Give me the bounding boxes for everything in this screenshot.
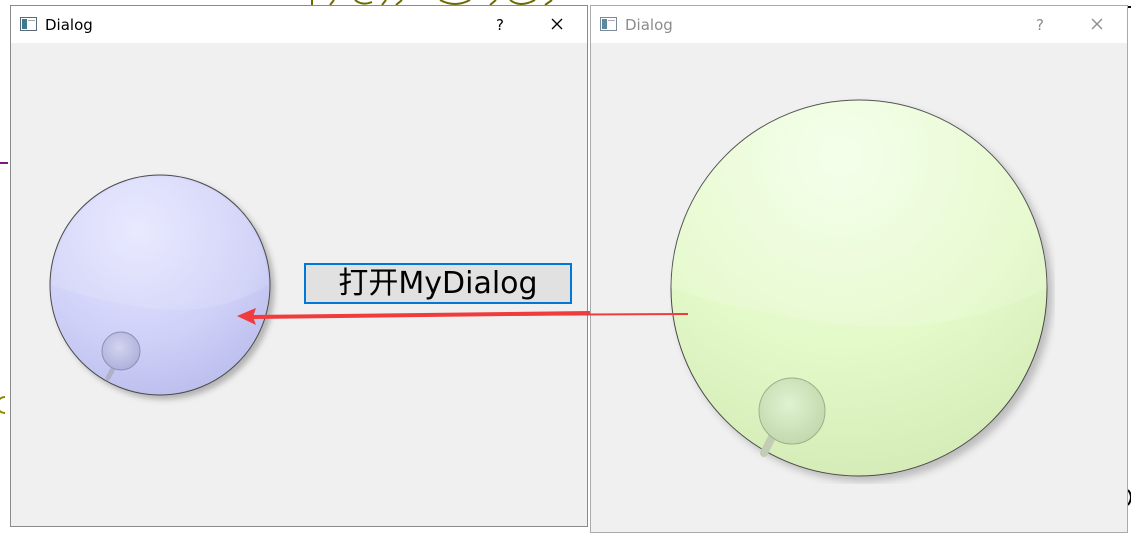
- open-mydialog-button[interactable]: 打开MyDialog: [304, 263, 572, 304]
- title-bar[interactable]: Dialog ?: [591, 6, 1127, 43]
- help-button[interactable]: ?: [1028, 14, 1052, 36]
- title-bar[interactable]: Dialog ?: [11, 6, 587, 43]
- window-title: Dialog: [45, 16, 93, 34]
- close-button[interactable]: [543, 13, 571, 37]
- help-button[interactable]: ?: [488, 14, 512, 36]
- close-button[interactable]: [1083, 13, 1111, 37]
- dial-knob[interactable]: [48, 173, 284, 409]
- screen: Dialog ? 打开MyDialog Dialog ?: [0, 0, 1131, 537]
- window-title: Dialog: [625, 16, 673, 34]
- dialog-window-mydialog: Dialog ?: [590, 5, 1128, 533]
- window-icon: [20, 17, 37, 31]
- dialog-content: [591, 43, 1127, 532]
- dialog-window-main: Dialog ? 打开MyDialog: [10, 5, 588, 527]
- dial-knob[interactable]: [669, 98, 1055, 484]
- close-icon: [1091, 18, 1103, 30]
- dialog-content: 打开MyDialog: [11, 43, 587, 526]
- window-icon: [600, 17, 617, 31]
- close-icon: [551, 18, 563, 30]
